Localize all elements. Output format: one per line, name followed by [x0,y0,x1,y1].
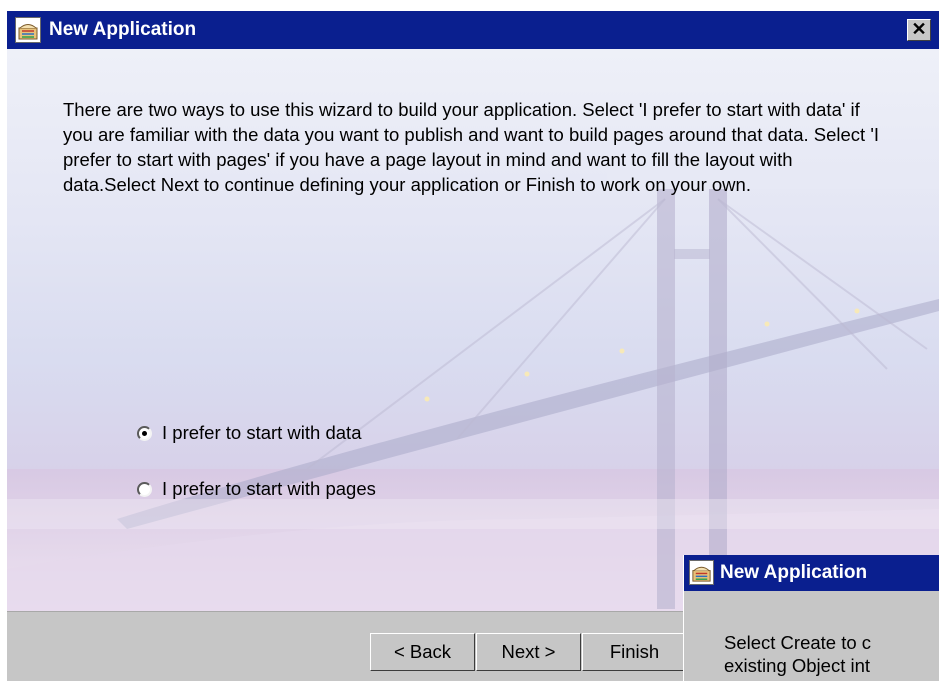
radio-start-with-data[interactable] [137,425,152,441]
overlay-title: New Application [720,562,868,583]
wizard-content: There are two ways to use this wizard to… [7,49,939,611]
instructions-text: There are two ways to use this wizard to… [63,99,879,195]
overlay-line-2: existing Object int [724,655,871,676]
overlay-app-icon [689,560,714,585]
overlay-body-text: Select Create to c existing Object int [724,631,871,677]
option-label-data[interactable]: I prefer to start with data [162,422,361,444]
back-button[interactable]: < Back [370,633,475,671]
close-button[interactable]: ✕ [907,19,931,41]
title-bar[interactable]: New Application ✕ [7,11,939,49]
overlay-title-bar[interactable]: New Application [684,555,939,591]
option-label-pages[interactable]: I prefer to start with pages [162,478,376,500]
option-start-with-pages[interactable]: I prefer to start with pages [137,477,376,501]
window-title: New Application [49,19,197,40]
app-icon [15,17,41,43]
overlay-new-application-dialog: New Application Select Create to c exist… [683,555,939,681]
radio-start-with-pages[interactable] [137,481,152,497]
option-start-with-data[interactable]: I prefer to start with data [137,421,361,445]
overlay-line-1: Select Create to c [724,632,872,653]
finish-button[interactable]: Finish [582,633,687,671]
next-button[interactable]: Next > [476,633,581,671]
